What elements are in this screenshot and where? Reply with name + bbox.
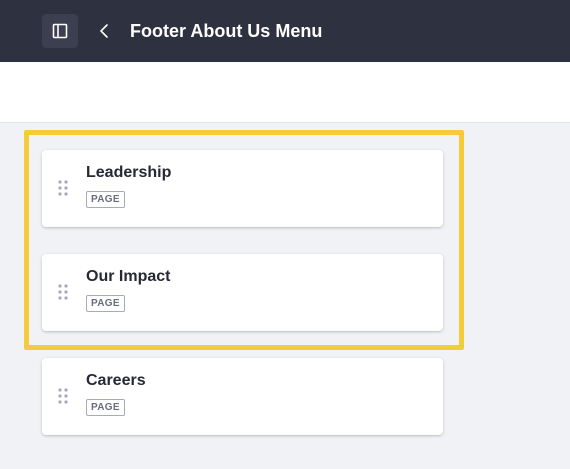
sidebar-panel-icon: [52, 23, 68, 39]
sidebar-toggle-button[interactable]: [42, 14, 78, 48]
page-title: Footer About Us Menu: [130, 21, 323, 41]
drag-handle-icon[interactable]: [56, 178, 70, 198]
drag-handle-icon[interactable]: [56, 386, 70, 406]
toolbar-area: [0, 62, 570, 123]
top-header-bar: Footer About Us Menu: [0, 0, 570, 62]
menu-item-card[interactable]: Careers PAGE: [42, 358, 443, 435]
menu-item-type-badge: PAGE: [86, 295, 125, 312]
chevron-left-icon: [100, 24, 108, 38]
menu-item-card[interactable]: Leadership PAGE: [42, 150, 443, 227]
menu-item-title: Careers: [86, 372, 146, 389]
menu-item-title: Leadership: [86, 164, 172, 181]
drag-handle-icon[interactable]: [56, 282, 70, 302]
menu-item-type-badge: PAGE: [86, 191, 125, 208]
menu-item-title: Our Impact: [86, 268, 171, 285]
menu-item-card[interactable]: Our Impact PAGE: [42, 254, 443, 331]
menu-item-type-badge: PAGE: [86, 399, 125, 416]
back-button[interactable]: [92, 18, 116, 44]
